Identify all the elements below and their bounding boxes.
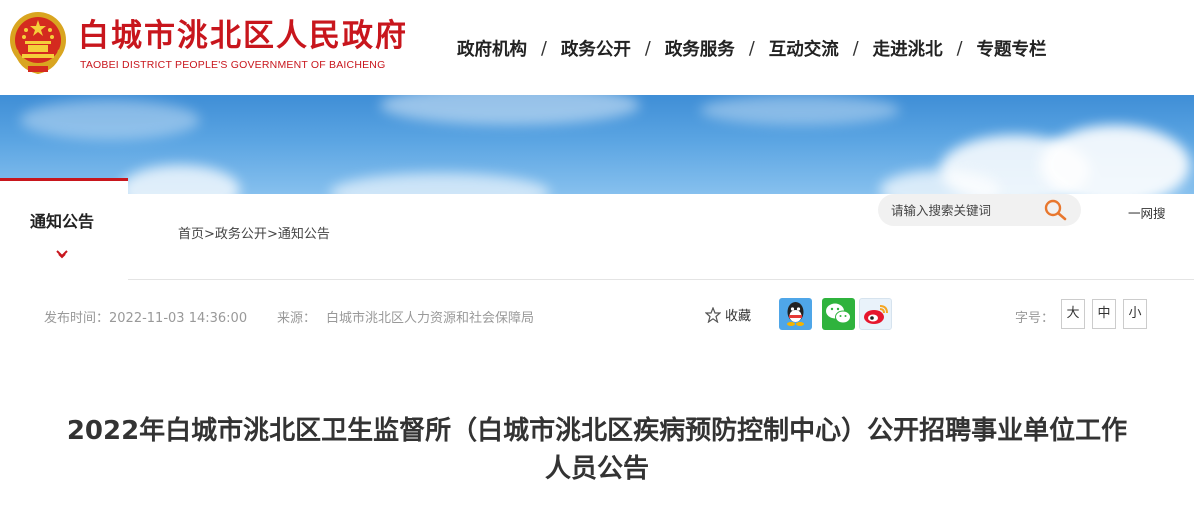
nav-item-about-taobei[interactable]: 走进洮北 — [873, 36, 943, 61]
favorite-label: 收藏 — [725, 309, 752, 324]
nav-item-special-topics[interactable]: 专题专栏 — [977, 36, 1047, 61]
weibo-icon — [864, 305, 888, 324]
breadcrumb: 首页>政务公开>通知公告 — [178, 223, 330, 242]
publish-time-value: 2022-11-03 14:36:00 — [109, 311, 248, 326]
share-qq-button[interactable] — [779, 298, 812, 330]
nav-separator: / — [748, 38, 755, 59]
nav-item-government-agencies[interactable]: 政府机构 — [457, 36, 527, 61]
nav-separator: / — [852, 38, 859, 59]
nav-item-interaction[interactable]: 互动交流 — [769, 36, 839, 61]
qq-icon — [787, 302, 804, 326]
one-network-search-link[interactable]: 一网搜 — [1128, 203, 1166, 222]
site-header: 白城市洮北区人民政府 TAOBEI DISTRICT PEOPLE'S GOVE… — [0, 0, 1194, 95]
nav-item-government-affairs-disclosure[interactable]: 政务公开 — [561, 36, 631, 61]
publish-time-label: 发布时间： — [44, 311, 110, 326]
main-nav: 政府机构 / 政务公开 / 政务服务 / 互动交流 / 走进洮北 / 专题专栏 — [457, 36, 1047, 61]
site-title[interactable]: 白城市洮北区人民政府 — [78, 17, 408, 55]
breadcrumb-home[interactable]: 首页 — [178, 227, 204, 242]
breadcrumb-separator: > — [204, 227, 215, 242]
caret-down-icon — [56, 250, 68, 259]
national-emblem-icon[interactable] — [8, 10, 68, 74]
star-icon — [705, 306, 721, 323]
nav-separator: / — [956, 38, 963, 59]
search-box — [878, 194, 1081, 226]
breadcrumb-notices[interactable]: 通知公告 — [278, 227, 330, 242]
breadcrumb-separator: > — [266, 227, 278, 242]
article-source: 来源： 白城市洮北区人力资源和社会保障局 — [277, 307, 534, 326]
font-size-large-button[interactable]: 大 — [1061, 299, 1085, 329]
nav-separator: / — [541, 38, 547, 59]
subheader-bar: 通知公告 首页>政务公开>通知公告 一网搜 — [0, 178, 1194, 280]
publish-time: 发布时间：2022-11-03 14:36:00 — [44, 307, 247, 326]
search-icon[interactable] — [1044, 199, 1068, 221]
source-label: 来源： — [277, 311, 317, 326]
sky-banner — [0, 95, 1194, 194]
article-meta: 发布时间：2022-11-03 14:36:00 来源： 白城市洮北区人力资源和社… — [0, 294, 1194, 338]
favorite-button[interactable]: 收藏 — [705, 305, 751, 324]
section-tab-notices[interactable]: 通知公告 — [0, 178, 128, 280]
font-size-small-button[interactable]: 小 — [1123, 299, 1147, 329]
article-title: 2022年白城市洮北区卫生监督所（白城市洮北区疾病预防控制中心）公开招聘事业单位… — [66, 416, 1128, 484]
search-input[interactable] — [891, 201, 1041, 219]
source-value: 白城市洮北区人力资源和社会保障局 — [326, 311, 535, 326]
site-subtitle: TAOBEI DISTRICT PEOPLE'S GOVERNMENT OF B… — [80, 59, 386, 71]
share-wechat-button[interactable] — [822, 298, 855, 330]
nav-item-government-services[interactable]: 政务服务 — [665, 36, 735, 61]
nav-separator: / — [644, 38, 651, 59]
section-tab-label: 通知公告 — [29, 212, 94, 231]
breadcrumb-government-affairs[interactable]: 政务公开 — [215, 227, 267, 242]
share-weibo-button[interactable] — [859, 298, 892, 330]
font-size-medium-button[interactable]: 中 — [1092, 299, 1116, 329]
wechat-icon — [826, 303, 851, 324]
font-size-label: 字号： — [1015, 311, 1055, 326]
